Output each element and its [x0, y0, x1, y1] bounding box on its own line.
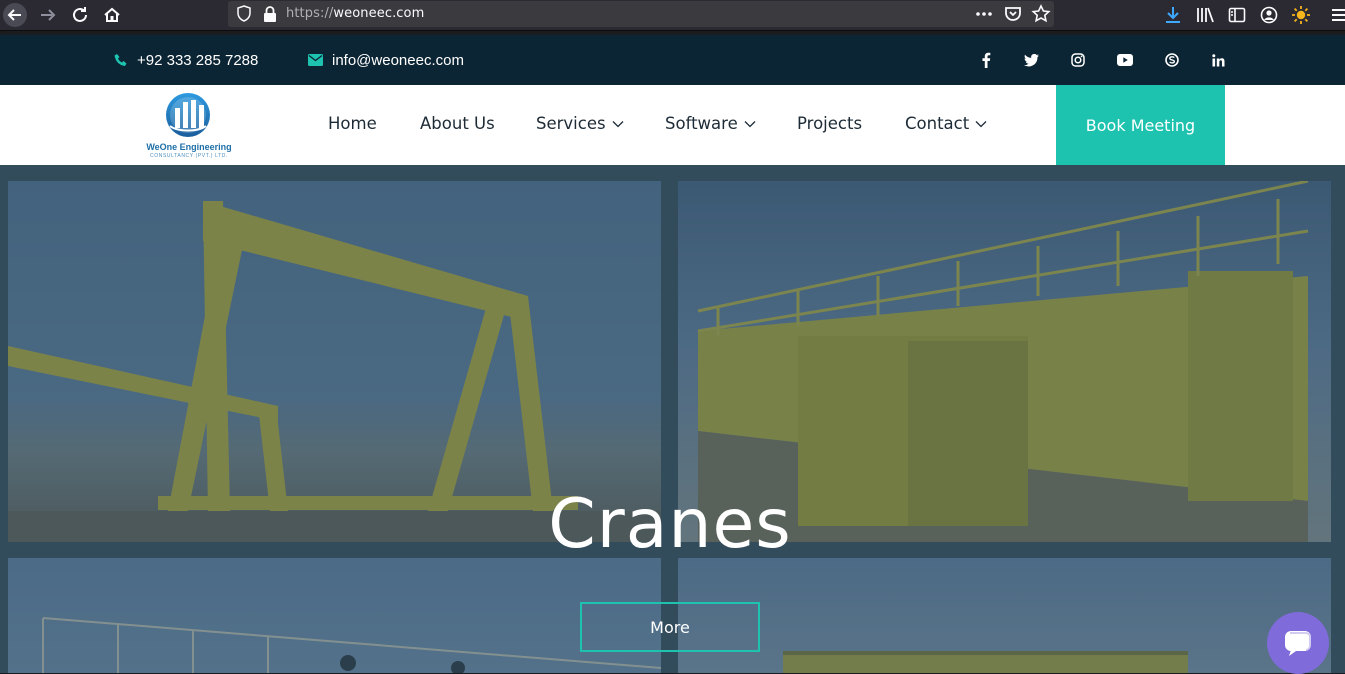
nav-software[interactable]: Software	[665, 114, 756, 133]
hero-overlay	[0, 165, 1345, 673]
chevron-down-icon	[612, 120, 624, 127]
phone-contact[interactable]: +92 333 285 7288	[114, 51, 258, 69]
skype-icon[interactable]	[1163, 51, 1181, 69]
phone-number: +92 333 285 7288	[137, 51, 259, 69]
chevron-down-icon	[975, 120, 987, 127]
url-host: weoneec.com	[333, 6, 425, 21]
chevron-down-icon	[744, 120, 756, 127]
nav-services[interactable]: Services	[536, 114, 624, 133]
email-address: info@weoneec.com	[332, 51, 464, 69]
twitter-icon[interactable]	[1022, 51, 1040, 69]
address-bar[interactable]: https://weoneec.com	[228, 1, 1054, 27]
more-actions-icon[interactable]	[974, 4, 994, 28]
account-icon[interactable]	[1259, 5, 1279, 25]
logo-subtitle: CONSULTANCY (PVT.) LTD.	[150, 153, 228, 159]
pocket-icon[interactable]	[1003, 4, 1023, 28]
nav-services-label: Services	[536, 114, 606, 133]
forward-icon[interactable]	[36, 3, 60, 27]
chat-widget-button[interactable]	[1267, 612, 1329, 674]
envelope-icon	[308, 54, 323, 66]
chat-icon	[1285, 631, 1311, 656]
nav-about-us[interactable]: About Us	[420, 114, 495, 133]
hero-section: Cranes More	[0, 165, 1345, 673]
browser-toolbar: https://weoneec.com	[0, 0, 1345, 31]
reload-icon[interactable]	[68, 3, 92, 27]
url-text[interactable]: https://weoneec.com	[286, 6, 424, 21]
logo[interactable]: WeOne Engineering CONSULTANCY (PVT.) LTD…	[143, 92, 235, 159]
nav-home[interactable]: Home	[328, 114, 377, 133]
more-button-label: More	[650, 617, 690, 637]
bookmark-star-icon[interactable]	[1031, 4, 1051, 28]
nav-software-label: Software	[665, 114, 738, 133]
url-protocol: https://	[286, 6, 334, 21]
library-icon[interactable]	[1195, 5, 1215, 25]
linkedin-icon[interactable]	[1209, 51, 1227, 69]
email-contact[interactable]: info@weoneec.com	[308, 51, 464, 69]
logo-mark-icon	[166, 93, 210, 137]
nav-projects-label: Projects	[797, 114, 863, 133]
hero-title: Cranes	[548, 485, 792, 564]
back-icon[interactable]	[3, 3, 27, 27]
hamburger-menu-icon[interactable]	[1330, 5, 1345, 25]
nav-home-label: Home	[328, 114, 377, 133]
lock-icon[interactable]	[262, 5, 278, 27]
phone-icon	[114, 54, 127, 66]
nav-contact-label: Contact	[905, 114, 970, 133]
home-icon[interactable]	[100, 3, 124, 27]
more-button[interactable]: More	[580, 602, 760, 652]
sidebar-icon[interactable]	[1227, 5, 1247, 25]
facebook-icon[interactable]	[977, 51, 995, 69]
nav-about-us-label: About Us	[420, 114, 495, 133]
shield-icon[interactable]	[236, 5, 252, 27]
book-meeting-button[interactable]: Book Meeting	[1056, 85, 1225, 165]
nav-projects[interactable]: Projects	[797, 114, 862, 133]
downloads-icon[interactable]	[1163, 5, 1183, 25]
logo-name: WeOne Engineering	[146, 142, 232, 152]
top-info-bar: +92 333 285 7288 info@weoneec.com	[0, 35, 1345, 85]
youtube-icon[interactable]	[1116, 51, 1134, 69]
nav-contact[interactable]: Contact	[905, 114, 987, 133]
sun-extension-icon[interactable]	[1291, 5, 1311, 25]
book-meeting-label: Book Meeting	[1085, 115, 1196, 135]
instagram-icon[interactable]	[1069, 51, 1087, 69]
main-navbar: WeOne Engineering CONSULTANCY (PVT.) LTD…	[0, 85, 1345, 165]
